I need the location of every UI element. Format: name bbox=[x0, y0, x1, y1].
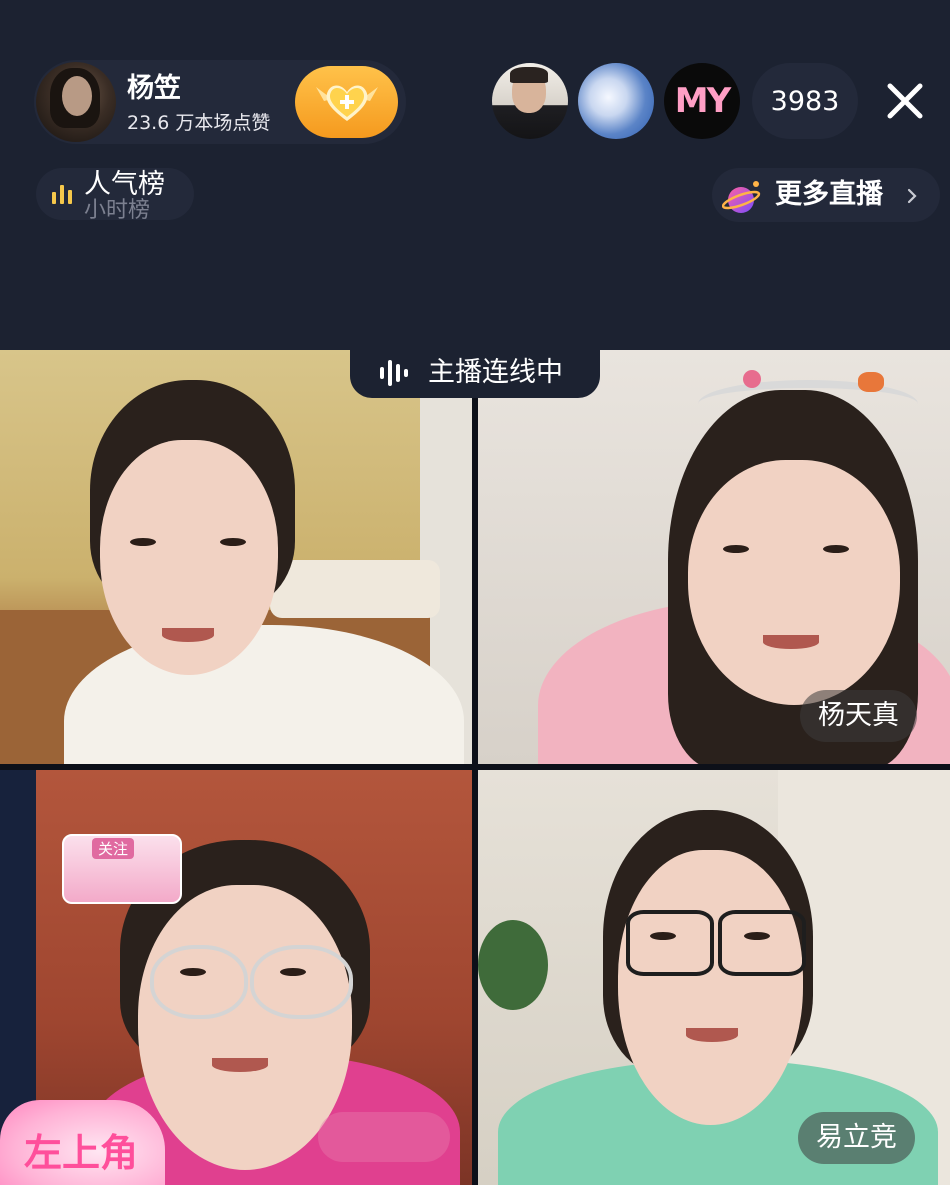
follow-sticker[interactable]: 关注 bbox=[62, 834, 182, 904]
viewer-avatar[interactable] bbox=[578, 63, 654, 139]
viewer-avatar-text: MY bbox=[674, 81, 731, 121]
corner-sticker-label: 左上角 bbox=[24, 1131, 139, 1175]
guest-name-tag: 易立竞 bbox=[798, 1112, 915, 1164]
chevron-right-icon bbox=[907, 188, 917, 204]
heart-plus-icon bbox=[315, 85, 378, 121]
guest-name-tag bbox=[318, 1112, 450, 1162]
host-likes-count: 23.6 万本场点赞 bbox=[127, 112, 271, 134]
close-button[interactable] bbox=[878, 74, 932, 128]
viewer-avatar[interactable] bbox=[492, 63, 568, 139]
close-icon bbox=[887, 83, 923, 119]
audio-wave-icon bbox=[380, 360, 408, 386]
fan-club-button[interactable] bbox=[295, 66, 398, 138]
host-connecting-label: 主播连线中 bbox=[428, 357, 563, 388]
guest-video-tile[interactable] bbox=[0, 350, 472, 764]
hourly-rank-label: 小时榜 bbox=[84, 198, 151, 223]
viewer-count[interactable]: 3983 bbox=[752, 63, 858, 139]
planet-icon bbox=[722, 181, 761, 213]
bar-chart-icon bbox=[52, 185, 72, 204]
host-name[interactable]: 杨笠 bbox=[127, 66, 181, 105]
more-live-label[interactable]: 更多直播 bbox=[775, 176, 883, 214]
corner-sticker: 左上角 bbox=[0, 1100, 165, 1185]
follow-sticker-label: 关注 bbox=[92, 838, 135, 859]
guest-name-tag: 杨天真 bbox=[800, 690, 917, 742]
viewer-avatar[interactable]: MY bbox=[664, 63, 740, 139]
popularity-rank-label[interactable]: 人气榜 bbox=[84, 168, 165, 202]
host-avatar[interactable] bbox=[36, 62, 116, 142]
